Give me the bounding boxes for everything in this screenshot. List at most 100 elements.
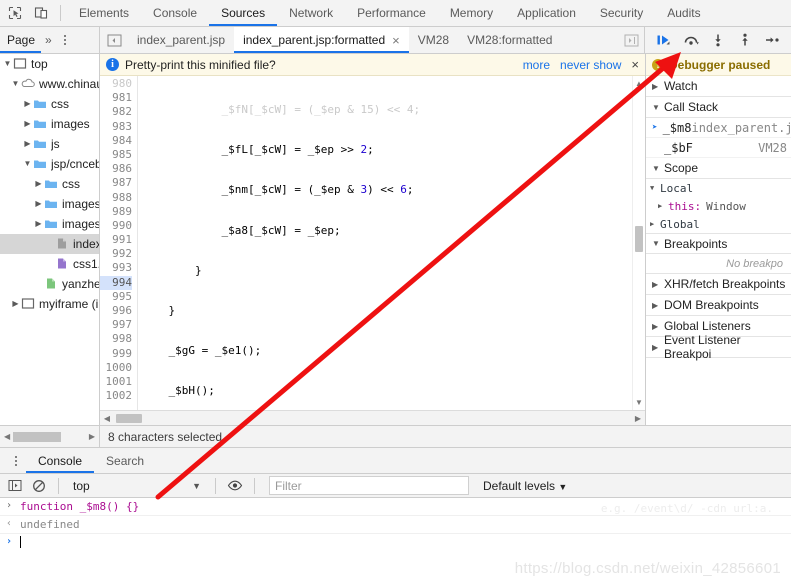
chevron-right-icon[interactable]: ▶	[658, 202, 668, 210]
chevron-down-icon[interactable]: ▼	[22, 160, 33, 168]
nav-tab-page[interactable]: Page	[0, 27, 41, 53]
device-toolbar-icon[interactable]	[28, 1, 54, 26]
tab-memory[interactable]: Memory	[438, 0, 505, 26]
close-icon[interactable]: ×	[392, 34, 400, 47]
tab-application[interactable]: Application	[505, 0, 588, 26]
tree-item-jsp-cnceb[interactable]: ▼ jsp/cnceb	[0, 154, 99, 174]
tree-item-css1[interactable]: css1.cs	[0, 254, 99, 274]
step-out-icon[interactable]	[735, 29, 755, 51]
tree-item-js[interactable]: ▶ js	[0, 134, 99, 154]
scrollbar-thumb[interactable]	[635, 226, 643, 252]
chevron-down-icon[interactable]: ▼	[2, 60, 13, 68]
chevron-right-icon[interactable]: ▶	[652, 280, 664, 289]
scroll-down-icon[interactable]: ▼	[635, 398, 643, 407]
panel-collapse-icon[interactable]	[100, 27, 128, 53]
drawer-tab-console[interactable]: Console	[26, 448, 94, 473]
editor-tab-index-parent[interactable]: index_parent.jsp	[128, 27, 234, 53]
scroll-left-icon[interactable]: ◀	[100, 414, 114, 423]
chevron-down-icon[interactable]: ▼	[10, 80, 21, 88]
step-icon[interactable]	[762, 29, 782, 51]
section-watch[interactable]: ▶ Watch	[646, 76, 791, 97]
section-dom-breakpoints[interactable]: ▶ DOM Breakpoints	[646, 295, 791, 316]
console-context-selector[interactable]: top ▼	[67, 476, 207, 496]
tab-sources[interactable]: Sources	[209, 0, 277, 26]
scrollbar-thumb[interactable]	[13, 431, 62, 442]
tab-performance[interactable]: Performance	[345, 0, 438, 26]
section-call-stack[interactable]: ▼ Call Stack	[646, 97, 791, 118]
scope-group-global[interactable]: ▶ Global	[646, 215, 791, 233]
chevron-right-icon[interactable]: ▶	[33, 180, 44, 188]
chevron-right-icon[interactable]: ▶	[22, 140, 33, 148]
console-log-levels-dropdown[interactable]: Default levels ▼	[483, 479, 567, 493]
nav-more-tabs-icon[interactable]: »	[41, 33, 55, 47]
navigator-footer-scrollbar[interactable]: ◀ ▶	[0, 425, 100, 448]
tab-audits[interactable]: Audits	[655, 0, 712, 26]
chevron-down-icon[interactable]: ▼	[652, 239, 664, 248]
step-into-icon[interactable]	[708, 29, 728, 51]
drawer-tab-search[interactable]: Search	[94, 448, 156, 473]
section-breakpoints[interactable]: ▼ Breakpoints	[646, 233, 791, 254]
chevron-down-icon[interactable]: ▼	[652, 164, 664, 173]
infobar-more-link[interactable]: more	[523, 58, 550, 72]
scroll-right-icon[interactable]: ▶	[631, 414, 645, 423]
tree-item-images-2[interactable]: ▶ images	[0, 194, 99, 214]
code-text[interactable]: _$fN[_$cW] = (_$ep & 15) << 4; _$fL[_$cW…	[138, 76, 632, 410]
navigator-menu-icon[interactable]	[55, 27, 75, 53]
section-xhr-fetch-breakpoints[interactable]: ▶ XHR/fetch Breakpoints	[646, 274, 791, 295]
line-number-gutter[interactable]: 980 981 982 983 984 985 986 987 988 989 …	[100, 76, 138, 410]
chevron-right-icon[interactable]: ▶	[22, 100, 33, 108]
code-line[interactable]: }	[138, 304, 632, 318]
tree-item-css-1[interactable]: ▶ css	[0, 94, 99, 114]
scope-group-local[interactable]: ▼ Local	[646, 179, 791, 197]
scope-prop-this[interactable]: ▶ this: Window	[646, 197, 791, 215]
code-line[interactable]: _$bH();	[138, 384, 632, 398]
chevron-right-icon[interactable]: ▶	[33, 200, 44, 208]
call-stack-row-current[interactable]: ➤ _$m8 index_parent.js	[646, 118, 791, 138]
code-line[interactable]: _$fL[_$cW] = _$ep >> 2;	[138, 143, 632, 157]
code-viewport[interactable]: 980 981 982 983 984 985 986 987 988 989 …	[100, 76, 645, 410]
tree-item-index-parent[interactable]: index_	[0, 234, 99, 254]
editor-horizontal-scrollbar[interactable]: ◀ ▶	[100, 410, 645, 425]
call-stack-row[interactable]: _$bF VM28	[646, 138, 791, 158]
console-input-line[interactable]: › function _$m8() {}	[0, 498, 791, 516]
tab-console[interactable]: Console	[141, 0, 209, 26]
editor-tab-index-parent-formatted[interactable]: index_parent.jsp:formatted ×	[234, 27, 409, 53]
code-line[interactable]: _$fN[_$cW] = (_$ep & 15) << 4;	[138, 103, 632, 117]
code-line[interactable]: _$a8[_$cW] = _$ep;	[138, 224, 632, 238]
chevron-down-icon[interactable]: ▼	[650, 184, 660, 192]
tree-item-top[interactable]: ▼ top	[0, 54, 99, 74]
section-event-listener-breakpoints[interactable]: ▶ Event Listener Breakpoi	[646, 333, 791, 361]
resume-icon[interactable]	[654, 29, 674, 51]
file-navigator-tree[interactable]: ▼ top ▼ www.chinau ▶ css ▶ images ▶ js ▼…	[0, 54, 100, 425]
scroll-left-icon[interactable]: ◀	[4, 432, 10, 441]
close-icon[interactable]: ×	[631, 57, 639, 72]
code-line[interactable]: _$gG = _$e1();	[138, 344, 632, 358]
tab-overflow-icon[interactable]	[618, 27, 644, 53]
tab-security[interactable]: Security	[588, 0, 655, 26]
console-output[interactable]: e.g. /event\d/ -cdn url:a. › function _$…	[0, 498, 791, 585]
tree-item-css-2[interactable]: ▶ css	[0, 174, 99, 194]
code-line[interactable]: }	[138, 264, 632, 278]
chevron-right-icon[interactable]: ▶	[650, 220, 660, 228]
chevron-right-icon[interactable]: ▶	[10, 300, 21, 308]
chevron-right-icon[interactable]: ▶	[22, 120, 33, 128]
section-scope[interactable]: ▼ Scope	[646, 158, 791, 179]
chevron-right-icon[interactable]: ▶	[652, 301, 664, 310]
console-filter-input[interactable]: Filter	[269, 476, 469, 495]
chevron-down-icon[interactable]: ▼	[652, 103, 664, 112]
inspect-element-icon[interactable]	[2, 1, 28, 26]
scrollbar-thumb[interactable]	[116, 413, 142, 423]
tree-item-images-1[interactable]: ▶ images	[0, 114, 99, 134]
editor-tab-vm28-formatted[interactable]: VM28:formatted	[458, 27, 561, 53]
tab-network[interactable]: Network	[277, 0, 345, 26]
scroll-up-icon[interactable]: ▲	[635, 79, 643, 88]
chevron-down-icon[interactable]: ▼	[192, 481, 201, 491]
chevron-right-icon[interactable]: ▶	[652, 343, 664, 352]
chevron-right-icon[interactable]: ▶	[33, 220, 44, 228]
editor-vertical-scrollbar[interactable]: ▲ ▼	[632, 76, 645, 410]
infobar-never-show-link[interactable]: never show	[560, 58, 621, 72]
live-expression-icon[interactable]	[224, 475, 246, 497]
console-sidebar-icon[interactable]	[4, 475, 26, 497]
tree-item-yanzheng[interactable]: yanzheng	[0, 274, 99, 294]
clear-console-icon[interactable]	[28, 475, 50, 497]
